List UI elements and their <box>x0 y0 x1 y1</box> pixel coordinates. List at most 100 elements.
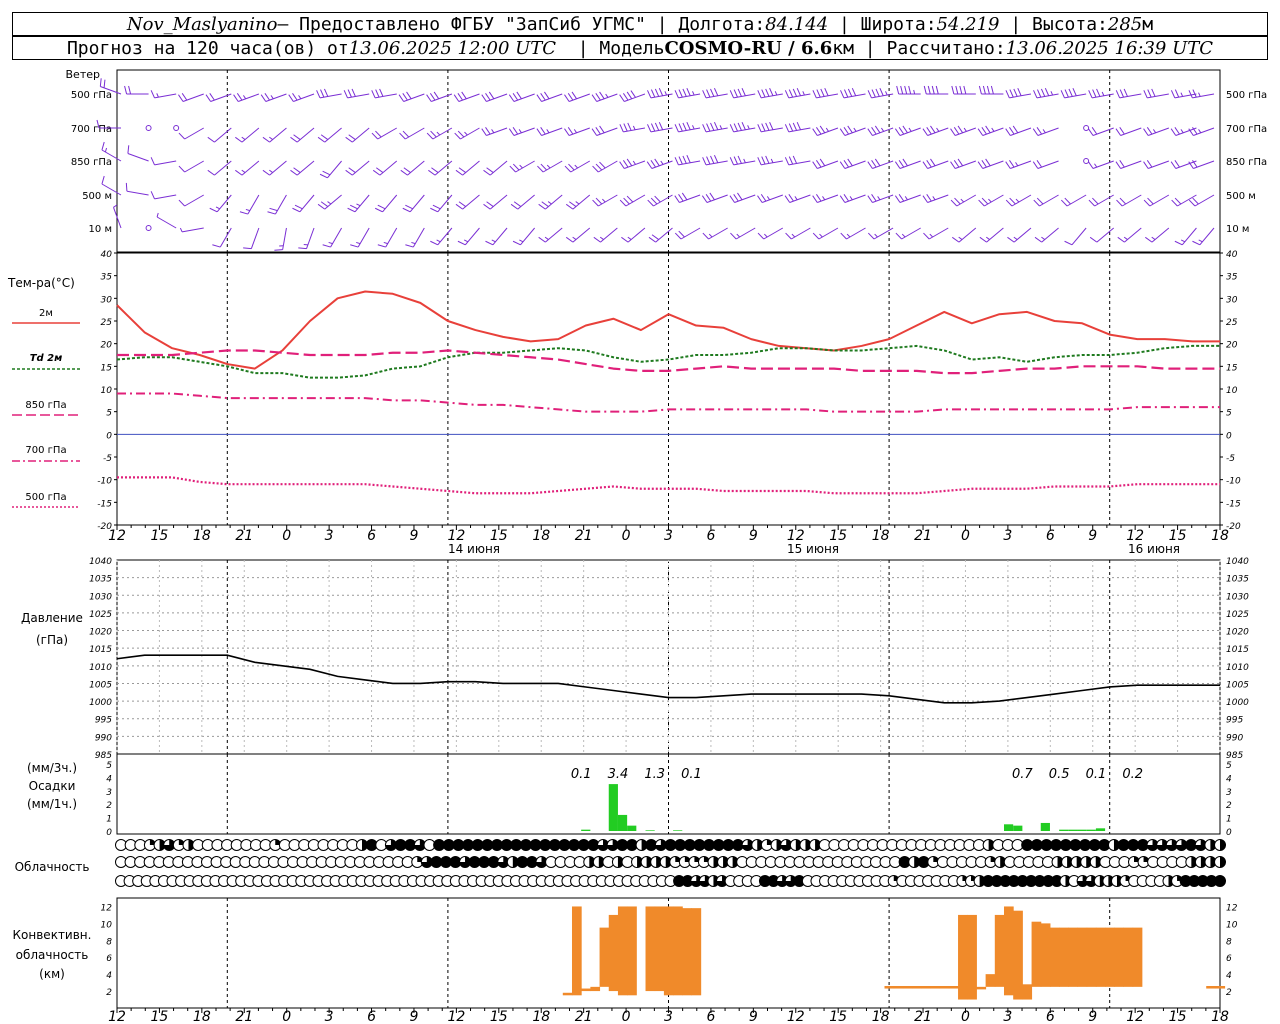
wind-barb-3-26-1 <box>816 194 822 202</box>
wind-barb-1-37-0 <box>1115 128 1122 136</box>
wind-half-barb-3-28 <box>877 196 881 201</box>
wind-barb-4-32-0 <box>979 236 987 243</box>
wind-shaft-0-5 <box>238 93 260 102</box>
wind-barb-3-12-1 <box>432 204 441 210</box>
pressure-y-label-left-11: 1040 <box>89 557 112 567</box>
pressure-y-label-right-9: 1030 <box>1226 592 1249 602</box>
wind-barb-1-14-0 <box>481 128 487 136</box>
wind-shaft-1-17 <box>568 127 590 136</box>
wind-barb-1-6-0 <box>262 136 270 143</box>
temp-axis-tick-label-0: 12 <box>108 528 126 544</box>
wind-shaft-4-37 <box>1124 227 1142 243</box>
temp-axis-tick-label-19: 21 <box>914 528 932 544</box>
wind-barb-0-37-0 <box>1115 90 1121 99</box>
wind-barb-1-31-0 <box>950 128 956 136</box>
wind-barb-2-25-2 <box>792 155 798 164</box>
wind-barb-1-13-0 <box>454 132 461 140</box>
wind-shaft-4-38 <box>1151 227 1170 243</box>
wind-barb-0-34-2 <box>1040 88 1046 97</box>
wind-barb-2-12-1 <box>431 167 439 173</box>
temp-y-label-right-2: -10 <box>1226 477 1241 487</box>
wind-half-barb-1-34 <box>1042 129 1046 134</box>
wind-shaft-3-32 <box>984 194 1004 207</box>
wind-barb-1-36-0 <box>1087 128 1094 136</box>
wind-barb-3-39-1 <box>1174 197 1182 205</box>
wind-barb-3-28-1 <box>871 194 877 202</box>
wind-barb-3-31-0 <box>950 199 958 207</box>
wind-half-barb-1-12 <box>436 131 441 136</box>
wind-half-barb-0-39 <box>1180 92 1184 97</box>
wind-shaft-3-18 <box>598 194 618 207</box>
wind-half-barb-1-38 <box>1152 129 1157 134</box>
wind-barb-0-36-0 <box>1088 90 1093 99</box>
wind-barb-0-28-1 <box>871 89 876 98</box>
wind-shaft-2-36 <box>1092 160 1114 169</box>
wind-barb-0-13-2 <box>461 91 467 100</box>
wind-barb-2-30-1 <box>926 160 932 168</box>
wind-shaft-4-8 <box>330 227 343 248</box>
wind-barb-0-14-1 <box>485 93 491 101</box>
wind-barb-0-21-0 <box>674 90 679 99</box>
bottom-axis-tick-label-21: 3 <box>1003 1009 1012 1024</box>
temp-y-label-left-10: 30 <box>101 295 113 305</box>
conv-cloud-bars: 2 2 4 4 6 6 8 8 10 10 12 12 <box>101 903 1238 1000</box>
wind-barb-0-8-2 <box>323 88 329 97</box>
wind-shaft-4-13 <box>464 227 480 246</box>
wind-barb-0-38-0 <box>1143 90 1148 99</box>
wind-shaft-3-36 <box>1094 194 1114 207</box>
wind-barb-3-28-0 <box>867 195 873 203</box>
wind-shaft-4-4 <box>219 227 232 248</box>
wind-half-barb-2-36 <box>1094 163 1098 168</box>
wind-barb-2-16-0 <box>537 165 544 173</box>
wind-barbs: 500 гПа 500 гПа 700 гПа 700 гПа 850 гПа 850 г… <box>71 78 1267 251</box>
wind-barb-2-33-1 <box>1009 160 1015 168</box>
wind-barb-1-29-0 <box>894 128 901 136</box>
wind-shaft-4-36 <box>1096 227 1115 243</box>
wind-barb-1-29-2 <box>902 125 908 134</box>
wind-barb-2-18-0 <box>592 165 599 173</box>
wind-barb-0-24-1 <box>761 89 766 98</box>
wind-shaft-1-11 <box>405 127 425 140</box>
conv-bar-9 <box>654 906 665 992</box>
wind-barb-1-12-1 <box>430 130 437 138</box>
wind-barb-0-32-3 <box>990 85 994 95</box>
precip-y-label-left-2: 2 <box>106 801 112 811</box>
wind-barb-1-38-1 <box>1146 127 1153 135</box>
wind-half-barb-4-2 <box>156 212 159 218</box>
wind-shaft-3-16 <box>545 194 563 210</box>
conv-bar-24 <box>976 986 987 990</box>
wind-barb-1-23-3 <box>741 122 746 130</box>
wind-barb-0-27-1 <box>843 89 849 98</box>
pressure-y-label-left-8: 1025 <box>89 610 112 620</box>
precip-y-label-left-0: 0 <box>106 828 112 838</box>
wind-barb-4-4-0 <box>212 244 221 248</box>
wind-barb-1-19-0 <box>619 124 624 133</box>
wind-shaft-0-13 <box>458 93 480 102</box>
wind-barb-2-15-1 <box>512 163 520 171</box>
wind-title: Ветер <box>66 68 100 81</box>
wind-barb-2-6-0 <box>262 169 270 176</box>
wind-barb-3-22-2 <box>709 192 715 201</box>
conv-bar-23 <box>967 914 977 1000</box>
conv-bar-29 <box>1022 984 1033 1000</box>
pressure-title: Давление <box>21 611 83 625</box>
pressure-y-label-right-5: 1010 <box>1226 663 1249 673</box>
conv-bar-22 <box>958 914 968 1000</box>
wind-half-barb-3-4 <box>215 206 220 210</box>
wind-shaft-1-33 <box>1010 127 1032 136</box>
wind-half-barb-0-24 <box>774 91 778 96</box>
wind-barb-3-19-2 <box>626 195 634 203</box>
bottom-axis-tick-label-10: 18 <box>532 1009 550 1024</box>
wind-shaft-2-40 <box>1193 160 1215 169</box>
wind-shaft-3-25 <box>789 194 811 203</box>
wind-barb-2-23-0 <box>729 157 735 166</box>
conv-bar-38 <box>1105 927 1115 987</box>
wind-barb-0-31-3 <box>963 85 967 95</box>
wind-barb-1-29-1 <box>898 127 905 135</box>
wind-half-barb-4-13 <box>463 239 469 243</box>
wind-barb-3-32-1 <box>981 197 989 205</box>
wind-barb-0-21-3 <box>686 88 691 96</box>
wind-barb-1-25-0 <box>784 124 790 133</box>
wind-half-barb-1-5 <box>241 136 246 140</box>
wind-shaft-3-20 <box>653 194 673 207</box>
